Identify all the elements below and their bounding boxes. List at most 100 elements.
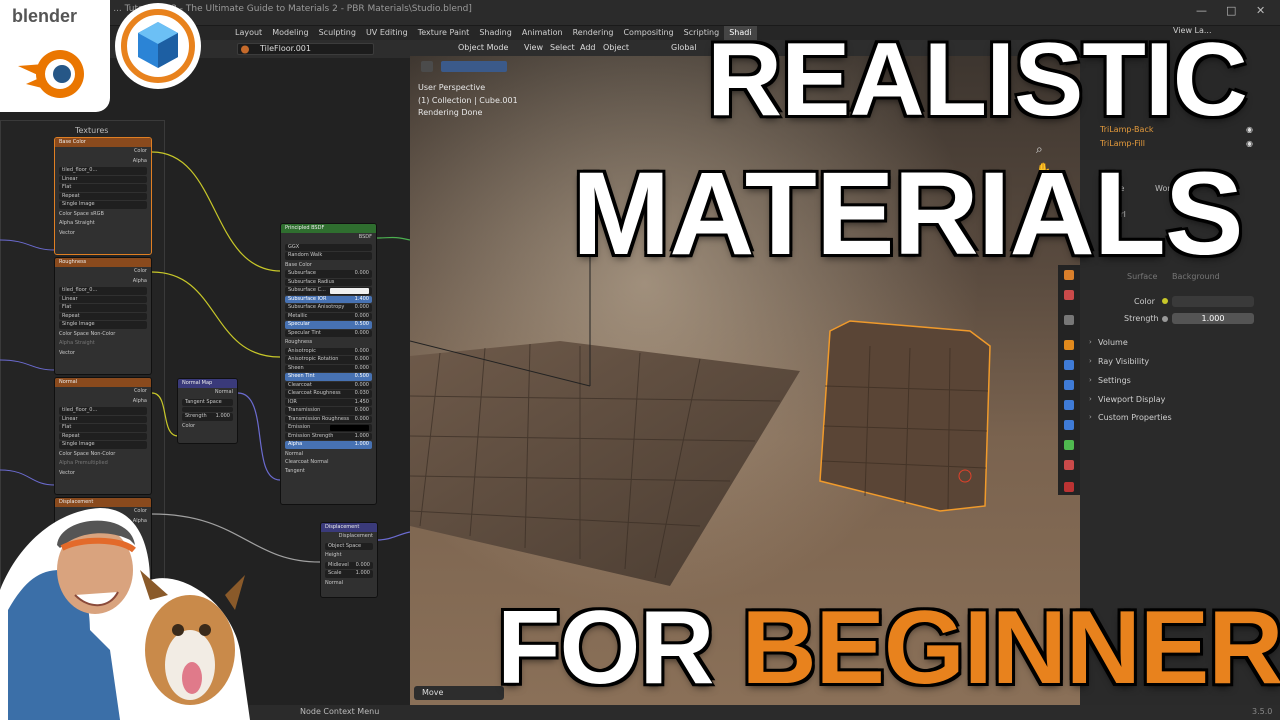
tab-texture-paint[interactable]: Texture Paint xyxy=(413,26,475,40)
last-operator-panel[interactable]: Move xyxy=(414,686,504,700)
space-select[interactable]: Tangent Space xyxy=(182,398,233,406)
projection-select[interactable]: Flat xyxy=(59,184,147,192)
bsdf-input-row[interactable]: Alpha 1.000 xyxy=(285,441,372,449)
panel-ray-visibility[interactable]: Ray Visibility xyxy=(1098,357,1149,366)
source-select[interactable]: Single Image xyxy=(59,201,147,209)
extension-select[interactable]: Repeat xyxy=(59,192,147,200)
bsdf-input-row[interactable]: IOR 1.450 xyxy=(285,398,372,406)
distribution-select[interactable]: GGX xyxy=(285,243,372,251)
menu-add[interactable]: Add xyxy=(580,43,596,52)
visibility-eye-icon[interactable]: ◉ xyxy=(1246,125,1253,134)
color-swatch[interactable] xyxy=(330,288,369,294)
bsdf-input-row[interactable]: Sheen 0.000 xyxy=(285,364,372,372)
strength-field[interactable]: Strength 1.000 xyxy=(182,413,233,421)
texture-tab-icon[interactable] xyxy=(1064,482,1074,492)
tab-compositing[interactable]: Compositing xyxy=(618,26,678,40)
subsurface-method-select[interactable]: Random Walk xyxy=(285,252,372,260)
panel-viewport-display[interactable]: Viewport Display xyxy=(1098,395,1165,404)
source-select[interactable]: Single Image xyxy=(59,321,147,329)
bsdf-input-row[interactable]: Subsurface Radius xyxy=(285,278,372,286)
menu-view[interactable]: View xyxy=(524,43,543,52)
orientation-select[interactable]: Global xyxy=(671,43,697,52)
tab-uv-editing[interactable]: UV Editing xyxy=(361,26,413,40)
particles-tab-icon[interactable] xyxy=(1064,380,1074,390)
collection-tab-icon[interactable] xyxy=(1064,315,1074,325)
bsdf-input-row[interactable]: Clearcoat 0.000 xyxy=(285,381,372,389)
select-mode-icons[interactable] xyxy=(441,61,507,72)
interpolation-select[interactable]: Linear xyxy=(59,175,147,183)
uv-map-field[interactable] xyxy=(182,407,233,412)
visibility-eye-icon[interactable]: ◉ xyxy=(1246,139,1253,148)
menu-object[interactable]: Object xyxy=(603,43,629,52)
close-button[interactable]: ✕ xyxy=(1256,4,1265,17)
space-select[interactable]: Object Space xyxy=(325,542,373,550)
tab-sculpting[interactable]: Sculpting xyxy=(314,26,361,40)
tab-shading[interactable]: Shading xyxy=(474,26,517,40)
outliner-row-trilamp-fill[interactable]: TriLamp-Fill xyxy=(1100,139,1145,148)
bsdf-input-row[interactable]: Transmission Roughness 0.000 xyxy=(285,415,372,423)
tab-layout[interactable]: Layout xyxy=(230,26,267,40)
color-socket-icon[interactable] xyxy=(1162,298,1168,304)
bsdf-input-row[interactable]: Specular Tint 0.000 xyxy=(285,329,372,337)
projection-select[interactable]: Flat xyxy=(59,304,147,312)
bsdf-input-row[interactable]: Transmission 0.000 xyxy=(285,407,372,415)
tab-animation[interactable]: Animation xyxy=(517,26,568,40)
tab-modeling[interactable]: Modeling xyxy=(267,26,313,40)
principled-bsdf-node[interactable]: Principled BSDF BSDF GGX Random Walk Bas… xyxy=(280,223,377,505)
bsdf-input-row[interactable]: Subsurface Anisotropy 0.000 xyxy=(285,304,372,312)
emission-swatch[interactable] xyxy=(330,425,369,431)
bsdf-input-row[interactable]: Anisotropic 0.000 xyxy=(285,347,372,355)
world-tab-icon[interactable] xyxy=(1064,290,1074,300)
color-space-row[interactable]: Color Space sRGB xyxy=(55,210,151,220)
panel-settings[interactable]: Settings xyxy=(1098,376,1131,385)
bsdf-input-row[interactable]: Subsurface C... xyxy=(285,287,372,295)
object-mode-select[interactable]: Object Mode xyxy=(458,43,508,52)
interpolation-select[interactable]: Linear xyxy=(59,415,147,423)
color-space-row[interactable]: Color Space Non-Color xyxy=(55,330,151,340)
constraints-tab-icon[interactable] xyxy=(1064,420,1074,430)
midlevel-field[interactable]: Midlevel 0.000 xyxy=(325,561,373,569)
projection-select[interactable]: Flat xyxy=(59,424,147,432)
maximize-button[interactable]: □ xyxy=(1226,4,1236,17)
alpha-row[interactable]: Alpha Premultiplied xyxy=(55,459,151,469)
scale-field[interactable]: Scale 1.000 xyxy=(325,570,373,578)
panel-custom-properties[interactable]: Custom Properties xyxy=(1098,413,1172,422)
alpha-row[interactable]: Alpha Straight xyxy=(55,219,151,229)
image-field[interactable]: tiled_floor_0... xyxy=(59,287,147,295)
image-texture-node-base-color[interactable]: Base Color Color Alpha tiled_floor_0... … xyxy=(54,137,152,255)
data-tab-icon[interactable] xyxy=(1064,440,1074,450)
bsdf-input-row[interactable]: Clearcoat Roughness 0.030 xyxy=(285,390,372,398)
bsdf-input-row[interactable]: Specular 0.500 xyxy=(285,321,372,329)
bsdf-input-row[interactable]: Anisotropic Rotation 0.000 xyxy=(285,356,372,364)
bsdf-input-row[interactable]: Subsurface IOR 1.400 xyxy=(285,295,372,303)
menu-select[interactable]: Select xyxy=(550,43,575,52)
physics-tab-icon[interactable] xyxy=(1064,400,1074,410)
extension-select[interactable]: Repeat xyxy=(59,432,147,440)
material-tab-icon[interactable] xyxy=(1064,460,1074,470)
object-tab-icon[interactable] xyxy=(1064,340,1074,350)
color-swatch[interactable] xyxy=(1172,296,1254,307)
bsdf-input-row[interactable]: Emission Strength 1.000 xyxy=(285,432,372,440)
tab-rendering[interactable]: Rendering xyxy=(568,26,619,40)
image-field[interactable]: tiled_floor_0... xyxy=(59,407,147,415)
image-texture-node-normal[interactable]: Normal Color Alpha tiled_floor_0... Line… xyxy=(54,377,152,495)
displacement-node[interactable]: Displacement Displacement Object Space H… xyxy=(320,522,378,598)
bsdf-input-row[interactable]: Subsurface 0.000 xyxy=(285,270,372,278)
minimize-button[interactable]: — xyxy=(1196,4,1207,17)
strength-socket-icon[interactable] xyxy=(1162,316,1168,322)
strength-field[interactable]: 1.000 xyxy=(1172,313,1254,324)
normal-map-node[interactable]: Normal Map Normal Tangent Space Strength… xyxy=(177,378,238,444)
alpha-row[interactable]: Alpha Straight xyxy=(55,339,151,349)
image-texture-node-roughness[interactable]: Roughness Color Alpha tiled_floor_0... L… xyxy=(54,257,152,375)
cursor-tool-icon[interactable] xyxy=(421,61,433,72)
bsdf-input-row[interactable]: Sheen Tint 0.500 xyxy=(285,373,372,381)
extension-select[interactable]: Repeat xyxy=(59,312,147,320)
bsdf-input-row[interactable]: Metallic 0.000 xyxy=(285,312,372,320)
color-space-row[interactable]: Color Space Non-Color xyxy=(55,450,151,460)
interpolation-select[interactable]: Linear xyxy=(59,295,147,303)
image-field[interactable]: tiled_floor_0... xyxy=(59,167,147,175)
modifier-tab-icon[interactable] xyxy=(1064,360,1074,370)
bsdf-input-row[interactable]: Emission xyxy=(285,424,372,432)
panel-volume[interactable]: Volume xyxy=(1098,338,1128,347)
source-select[interactable]: Single Image xyxy=(59,441,147,449)
